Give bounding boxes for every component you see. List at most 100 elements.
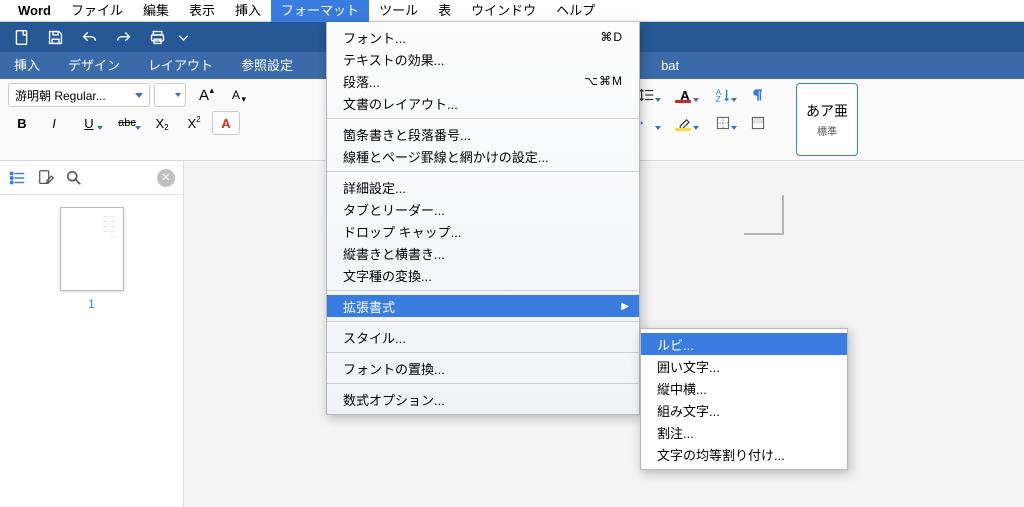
sort-icon: AZ	[714, 86, 732, 104]
submenu-arrow-icon: ▶	[621, 301, 629, 312]
redo-button[interactable]	[106, 22, 140, 52]
menu-separator	[327, 171, 639, 172]
menu-edit[interactable]: 編集	[133, 0, 179, 22]
save-icon	[47, 29, 64, 46]
format-menu-item[interactable]: テキストの効果...	[327, 48, 639, 70]
outline-view-button[interactable]	[8, 168, 28, 188]
submenu-item-label: 文字の均等割り付け...	[657, 445, 785, 464]
format-menu-item[interactable]: フォントの置換...	[327, 357, 639, 379]
quick-access-toolbar	[0, 22, 196, 52]
bold-button[interactable]: B	[8, 111, 36, 135]
font-shrink-button[interactable]: A▾	[222, 83, 250, 107]
edit-outline-button[interactable]	[36, 168, 56, 188]
format-menu-item[interactable]: 文書のレイアウト...	[327, 92, 639, 114]
format-menu-item[interactable]: タブとリーダー...	[327, 198, 639, 220]
format-menu-item[interactable]: 詳細設定...	[327, 176, 639, 198]
submenu-item[interactable]: 組み文字...	[641, 399, 847, 421]
menu-item-label: フォント...	[343, 28, 406, 47]
menu-insert[interactable]: 挿入	[225, 0, 271, 22]
sort-button[interactable]: AZ	[706, 83, 740, 107]
line-spacing-icon	[638, 86, 656, 104]
submenu-item[interactable]: 文字の均等割り付け...	[641, 443, 847, 465]
print-icon	[149, 29, 166, 46]
undo-icon	[81, 29, 98, 46]
page-thumbnail[interactable]: ｜｜｜｜｜｜｜｜｜	[60, 207, 124, 291]
italic-button[interactable]: I	[40, 111, 68, 135]
chevron-down-icon	[175, 29, 192, 46]
menu-item-label: 箇条書きと段落番号...	[343, 125, 471, 144]
font-grow-button[interactable]: A▴	[190, 83, 218, 107]
format-menu-item[interactable]: 数式オプション...	[327, 388, 639, 410]
underline-button[interactable]: U	[72, 111, 106, 135]
redo-icon	[115, 29, 132, 46]
format-menu-item[interactable]: スタイル...	[327, 326, 639, 348]
thumbnail-area: ｜｜｜｜｜｜｜｜｜ 1	[0, 195, 183, 323]
menu-view[interactable]: 表示	[179, 0, 225, 22]
sidepanel-toolbar: ✕	[0, 161, 183, 195]
app-name: Word	[8, 3, 61, 18]
format-menu-item[interactable]: 拡張書式▶	[327, 295, 639, 317]
submenu-item-label: ルビ...	[657, 335, 694, 354]
font-family-select[interactable]: 游明朝 Regular...	[8, 83, 150, 107]
format-menu-item[interactable]: 文字種の変換...	[327, 264, 639, 286]
font-group: 游明朝 Regular... A▴ A▾ B I U abc X2 X2 A	[8, 83, 250, 156]
menu-item-label: 詳細設定...	[343, 178, 406, 197]
menu-separator	[327, 352, 639, 353]
show-marks-button[interactable]	[744, 83, 772, 107]
search-icon	[65, 169, 83, 187]
font-color-button[interactable]: A	[668, 83, 702, 107]
tab-insert[interactable]: 挿入	[0, 52, 54, 79]
thumbnail-page-number: 1	[12, 297, 171, 311]
tab-extra[interactable]: bat	[647, 52, 693, 79]
submenu-item[interactable]: 囲い文字...	[641, 355, 847, 377]
subscript-button[interactable]: X2	[148, 111, 176, 135]
borders-button[interactable]	[706, 111, 740, 135]
char-border-button[interactable]: A	[212, 111, 240, 135]
submenu-item-label: 割注...	[657, 423, 694, 442]
menu-item-shortcut: ⌘D	[600, 30, 623, 44]
submenu-item-label: 縦中横...	[657, 379, 707, 398]
styles-sample: あア亜	[806, 101, 848, 121]
submenu-item[interactable]: 割注...	[641, 421, 847, 443]
tab-references[interactable]: 参照設定	[227, 52, 307, 79]
tab-design[interactable]: デザイン	[54, 52, 134, 79]
menu-item-shortcut: ⌥⌘M	[584, 74, 623, 88]
menu-item-label: 数式オプション...	[343, 390, 445, 409]
qat-customize-button[interactable]	[174, 22, 192, 52]
search-panel-button[interactable]	[64, 168, 84, 188]
font-size-select[interactable]	[154, 83, 186, 107]
menu-window[interactable]: ウインドウ	[461, 0, 546, 22]
menu-item-label: 段落...	[343, 72, 380, 91]
format-menu-item[interactable]: 段落... ⌥⌘M	[327, 70, 639, 92]
shading-button[interactable]	[744, 111, 772, 135]
print-button[interactable]	[140, 22, 174, 52]
submenu-item[interactable]: 縦中横...	[641, 377, 847, 399]
format-menu-item[interactable]: ドロップ キャップ...	[327, 220, 639, 242]
menu-item-label: 線種とページ罫線と網かけの設定...	[343, 147, 549, 166]
tab-layout[interactable]: レイアウト	[134, 52, 227, 79]
menu-item-label: スタイル...	[343, 328, 406, 347]
format-menu-item[interactable]: 線種とページ罫線と網かけの設定...	[327, 145, 639, 167]
styles-gallery[interactable]: あア亜 標準	[796, 83, 858, 156]
format-menu-item[interactable]: 箇条書きと段落番号...	[327, 123, 639, 145]
format-menu-item[interactable]: 縦書きと横書き...	[327, 242, 639, 264]
menu-table[interactable]: 表	[428, 0, 461, 22]
new-doc-button[interactable]	[4, 22, 38, 52]
strike-button[interactable]: abc	[110, 111, 144, 135]
submenu-item[interactable]: ルビ...	[641, 333, 847, 355]
thumbnail-panel: ✕ ｜｜｜｜｜｜｜｜｜ 1	[0, 161, 184, 507]
menu-separator	[327, 383, 639, 384]
format-menu-item[interactable]: フォント... ⌘D	[327, 26, 639, 48]
menu-help[interactable]: ヘルプ	[546, 0, 605, 22]
undo-button[interactable]	[72, 22, 106, 52]
menu-item-label: フォントの置換...	[343, 359, 445, 378]
menu-format[interactable]: フォーマット	[271, 0, 369, 22]
menu-item-label: 縦書きと横書き...	[343, 244, 445, 263]
highlight-button[interactable]	[668, 111, 702, 135]
superscript-button[interactable]: X2	[180, 111, 208, 135]
save-button[interactable]	[38, 22, 72, 52]
menu-file[interactable]: ファイル	[61, 0, 133, 22]
close-panel-button[interactable]: ✕	[157, 169, 175, 187]
menu-tools[interactable]: ツール	[369, 0, 428, 22]
close-icon: ✕	[161, 171, 170, 184]
